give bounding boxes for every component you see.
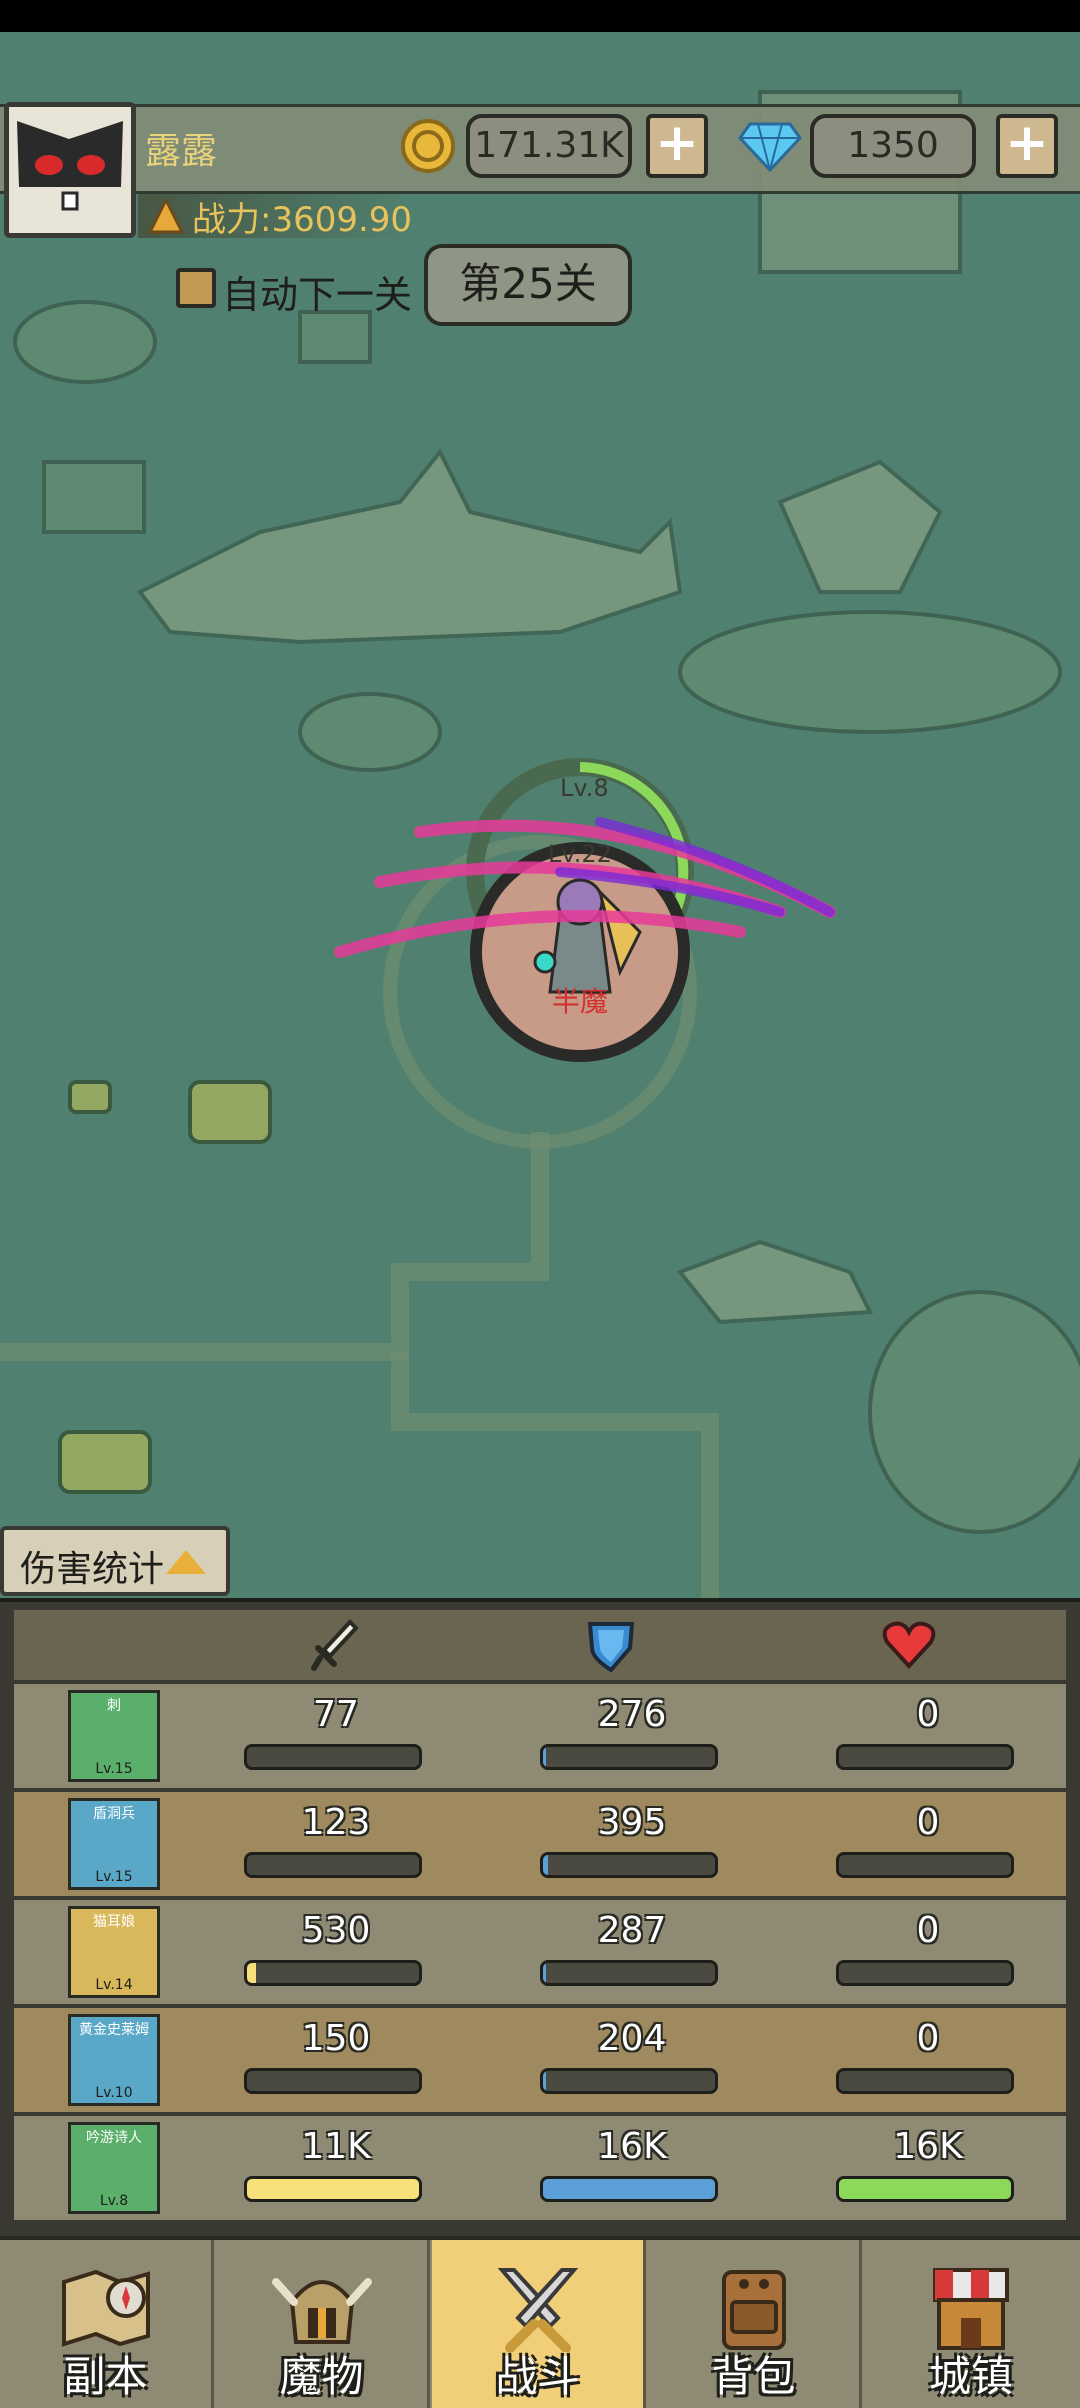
collapse-arrow-icon[interactable] (166, 1550, 206, 1574)
heal-value: 0 (916, 2018, 940, 2059)
attack-value: 77 (313, 1694, 359, 1735)
unit-level: Lv.15 (95, 1869, 133, 1885)
damage-stats-label: 伤害统计 (20, 1549, 165, 1590)
attack-bar (244, 1744, 422, 1770)
unit-name: 猫耳娘 (93, 1914, 135, 1930)
nav-backpack[interactable]: 背包 (648, 2240, 862, 2408)
add-gold-button[interactable]: + (646, 114, 708, 178)
unit-portrait[interactable]: 刺 Lv.15 (68, 1690, 160, 1782)
nav-label: 魔物 (279, 2352, 364, 2401)
unit-portrait[interactable]: 猫耳娘 Lv.14 (68, 1906, 160, 1998)
unit-name: 黄金史莱姆 (79, 2022, 149, 2038)
shield-icon (586, 1618, 636, 1673)
power-icon (146, 196, 186, 236)
attack-value: 150 (301, 2018, 371, 2059)
heart-icon (882, 1620, 936, 1670)
attack-bar (244, 2176, 422, 2202)
damage-stats-header (14, 1610, 1066, 1680)
heal-bar (836, 1852, 1014, 1878)
nav-monsters[interactable]: 魔物 (216, 2240, 430, 2408)
attack-value: 11K (301, 2126, 371, 2167)
gem-amount: 1350 (810, 114, 976, 178)
defense-value: 287 (597, 1910, 667, 1951)
unit-name: 刺 (107, 1698, 121, 1714)
defense-value: 276 (597, 1694, 667, 1735)
heal-bar (836, 2068, 1014, 2094)
player-avatar[interactable] (4, 102, 136, 238)
defense-bar (540, 2068, 718, 2094)
unit-name: 盾洞兵 (93, 1806, 135, 1822)
unit-level: Lv.14 (95, 1977, 133, 1993)
heal-bar (836, 1960, 1014, 1986)
defense-value: 395 (597, 1802, 667, 1843)
unit-level: Lv.10 (95, 2085, 133, 2101)
diamond-icon (738, 118, 802, 174)
nav-label: 城镇 (928, 2352, 1013, 2401)
nav-dungeon[interactable]: 副本 (0, 2240, 214, 2408)
table-row: 刺 Lv.15 77 276 0 (14, 1684, 1066, 1788)
attack-bar (244, 1852, 422, 1878)
heal-value: 0 (916, 1802, 940, 1843)
heal-value: 0 (916, 1694, 940, 1735)
attack-value: 123 (301, 1802, 371, 1843)
monster-helmet-icon (271, 2262, 372, 2352)
defense-value: 204 (597, 2018, 667, 2059)
table-row: 黄金史莱姆 Lv.10 150 204 0 (14, 2008, 1066, 2112)
ally-level: Lv.8 (560, 774, 609, 802)
unit-portrait[interactable]: 黄金史莱姆 Lv.10 (68, 2014, 160, 2106)
enemy-level: Lv.22 (548, 840, 612, 868)
sword-icon (310, 1618, 360, 1672)
defense-bar (540, 2176, 718, 2202)
nav-label: 背包 (711, 2352, 796, 2401)
enemy-name: 半魔 (552, 985, 609, 1018)
unit-name: 吟游诗人 (86, 2130, 142, 2146)
unit-portrait[interactable]: 盾洞兵 Lv.15 (68, 1798, 160, 1890)
attack-bar (244, 2068, 422, 2094)
defense-value: 16K (597, 2126, 667, 2167)
nav-label: 副本 (63, 2352, 148, 2401)
attack-bar (244, 1960, 422, 1986)
player-name: 露露 (145, 131, 218, 172)
stage-button[interactable]: 第25关 (424, 244, 632, 326)
table-row: 吟游诗人 Lv.8 11K 16K 16K (14, 2116, 1066, 2220)
gold-amount: 171.31K (466, 114, 632, 178)
nav-battle[interactable]: 战斗 (432, 2240, 646, 2408)
defense-bar (540, 1852, 718, 1878)
table-row: 盾洞兵 Lv.15 123 395 0 (14, 1792, 1066, 1896)
nav-label: 战斗 (495, 2352, 580, 2401)
unit-portrait[interactable]: 吟游诗人 Lv.8 (68, 2122, 160, 2214)
heal-bar (836, 1744, 1014, 1770)
heal-bar (836, 2176, 1014, 2202)
defense-bar (540, 1744, 718, 1770)
attack-value: 530 (301, 1910, 371, 1951)
unit-level: Lv.15 (95, 1761, 133, 1777)
nav-town[interactable]: 城镇 (864, 2240, 1078, 2408)
unit-level: Lv.8 (99, 2193, 129, 2209)
heal-value: 0 (916, 1910, 940, 1951)
crossed-swords-icon (488, 2262, 588, 2353)
add-gems-button[interactable]: + (996, 114, 1058, 178)
auto-next-label: 自动下一关 (222, 273, 413, 317)
combat-power: 战力:3609.90 (192, 200, 413, 240)
heal-value: 16K (893, 2126, 963, 2167)
gold-coin-icon (400, 118, 456, 174)
map-icon (56, 2262, 156, 2352)
backpack-icon (704, 2262, 804, 2352)
auto-next-checkbox[interactable] (176, 268, 216, 308)
defense-bar (540, 1960, 718, 1986)
table-row: 猫耳娘 Lv.14 530 287 0 (14, 1900, 1066, 2004)
shop-icon (921, 2262, 1021, 2352)
